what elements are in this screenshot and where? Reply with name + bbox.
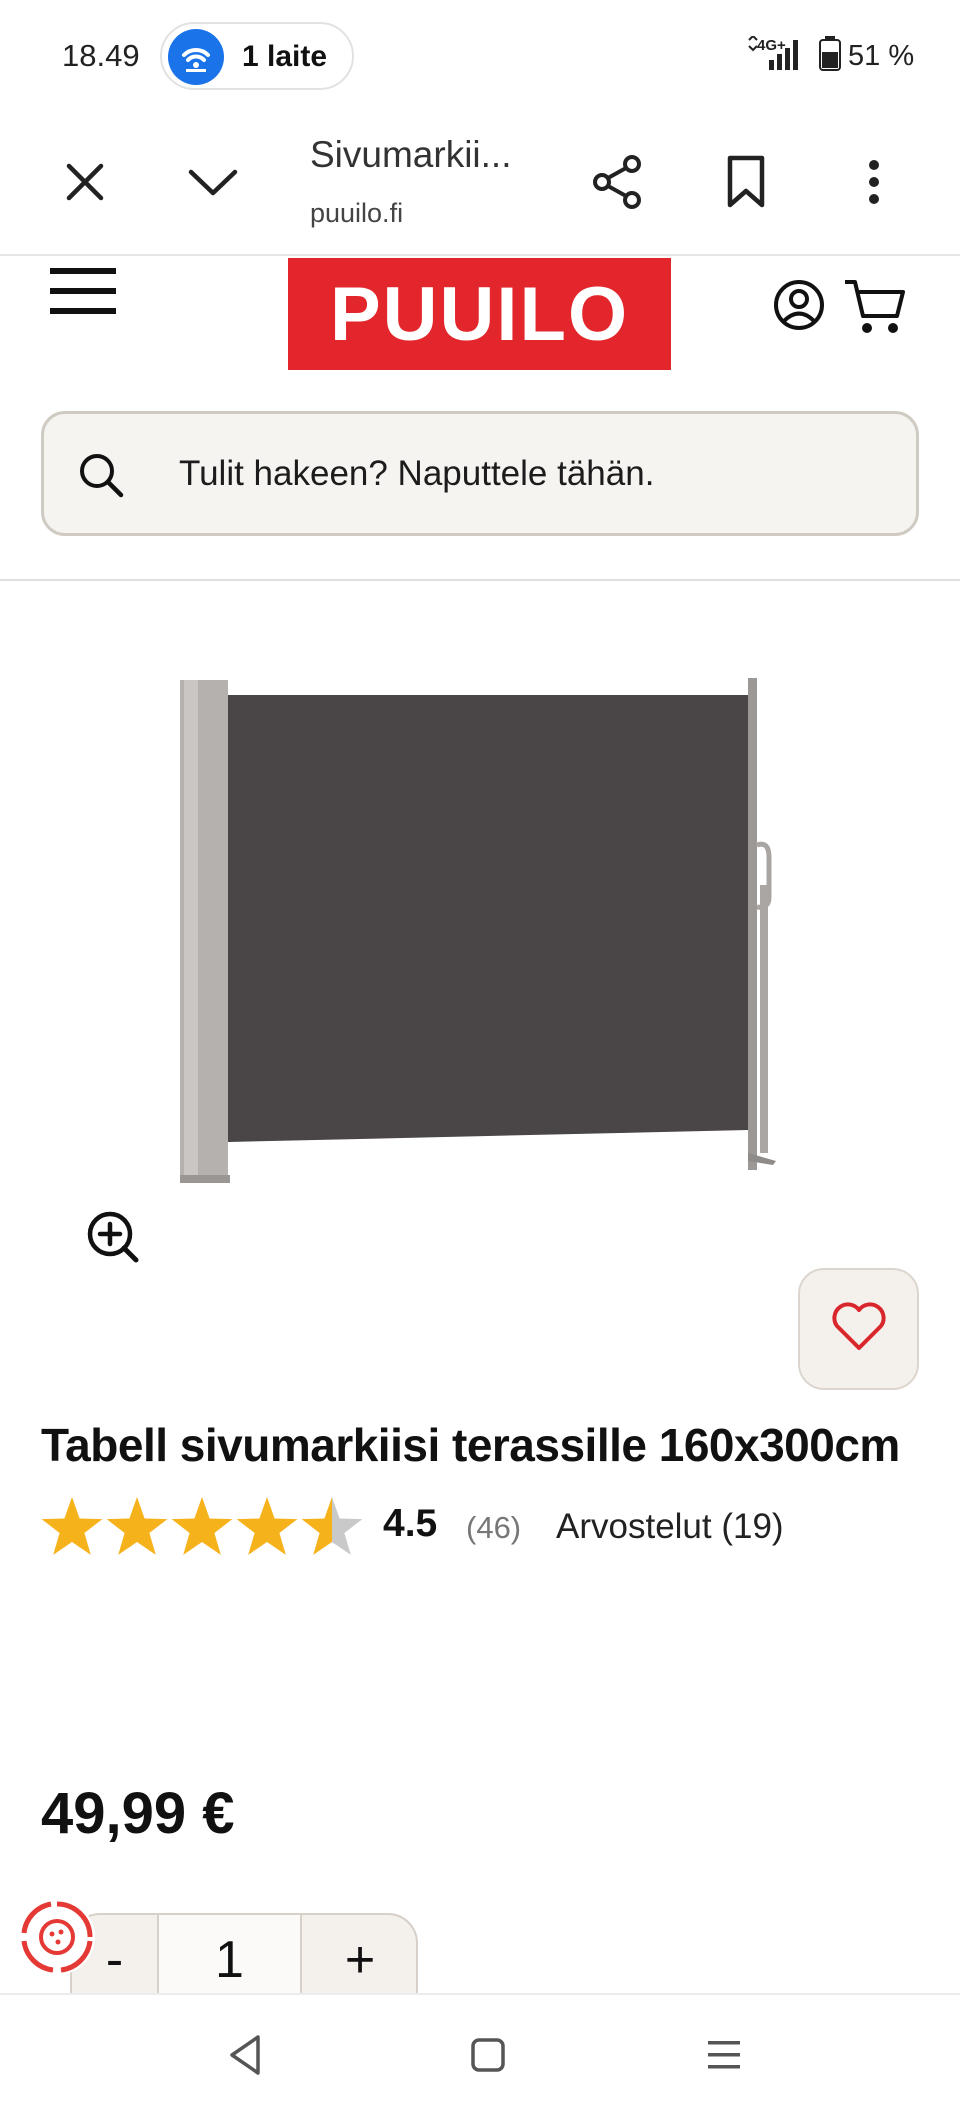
network-label: 4G+ xyxy=(757,37,786,54)
rating-count: (46) xyxy=(466,1510,522,1545)
status-bar: 18.49 1 laite 4G+ 51 % xyxy=(0,0,960,110)
star-icon xyxy=(301,1497,363,1555)
browser-toolbar: Sivumarkii... puuilo.fi xyxy=(0,110,960,256)
heart-icon xyxy=(831,1301,887,1357)
recents-icon[interactable] xyxy=(704,2037,744,2073)
product-image[interactable] xyxy=(180,675,785,1185)
hotspot-indicator[interactable]: 1 laite xyxy=(160,22,354,90)
rating-stars[interactable] xyxy=(40,1495,365,1564)
hotspot-label: 1 laite xyxy=(242,40,328,73)
battery-percent: 51 % xyxy=(848,40,915,72)
system-nav-bar xyxy=(0,1993,960,2112)
star-icon xyxy=(171,1497,233,1555)
hotspot-icon xyxy=(168,29,224,85)
quantity-increase-button[interactable]: + xyxy=(302,1915,416,2003)
signal-4g-icon: 4G+ xyxy=(745,34,807,77)
search-input[interactable]: Tulit hakeen? Naputtele tähän. xyxy=(41,411,919,536)
product-price: 49,99 € xyxy=(41,1781,235,1846)
close-icon[interactable] xyxy=(55,152,115,212)
hamburger-icon[interactable] xyxy=(50,266,116,318)
star-icon xyxy=(41,1497,103,1555)
puuilo-logo[interactable]: PUUILO xyxy=(288,258,671,370)
share-icon[interactable] xyxy=(588,152,648,212)
search-icon xyxy=(78,452,124,498)
cookie-settings-icon[interactable] xyxy=(16,1896,98,1978)
more-vert-icon[interactable] xyxy=(844,152,904,212)
reviews-link[interactable]: Arvostelut (19) xyxy=(556,1507,784,1547)
chevron-down-icon[interactable] xyxy=(183,152,243,212)
tab-url[interactable]: puuilo.fi xyxy=(310,198,403,229)
quantity-value[interactable]: 1 xyxy=(157,1915,302,2003)
home-icon[interactable] xyxy=(468,2035,508,2075)
back-icon[interactable] xyxy=(226,2033,266,2077)
site-header: PUUILO Tulit hakeen? Naputtele tähän. xyxy=(0,256,960,581)
cart-icon[interactable] xyxy=(843,278,907,336)
quantity-stepper: - 1 + xyxy=(70,1913,418,2003)
status-time: 18.49 xyxy=(62,38,140,73)
star-icon xyxy=(106,1497,168,1555)
bookmark-icon[interactable] xyxy=(716,152,776,212)
search-placeholder: Tulit hakeen? Naputtele tähän. xyxy=(179,454,655,493)
rating-value: 4.5 xyxy=(383,1502,438,1545)
tab-title[interactable]: Sivumarkii... xyxy=(310,134,511,176)
favorite-button[interactable] xyxy=(798,1268,919,1390)
battery-icon xyxy=(818,36,842,77)
star-icon xyxy=(236,1497,298,1555)
account-icon[interactable] xyxy=(772,278,826,332)
zoom-in-icon[interactable] xyxy=(84,1208,144,1268)
product-title: Tabell sivumarkiisi terassille 160x300cm xyxy=(41,1419,900,1471)
